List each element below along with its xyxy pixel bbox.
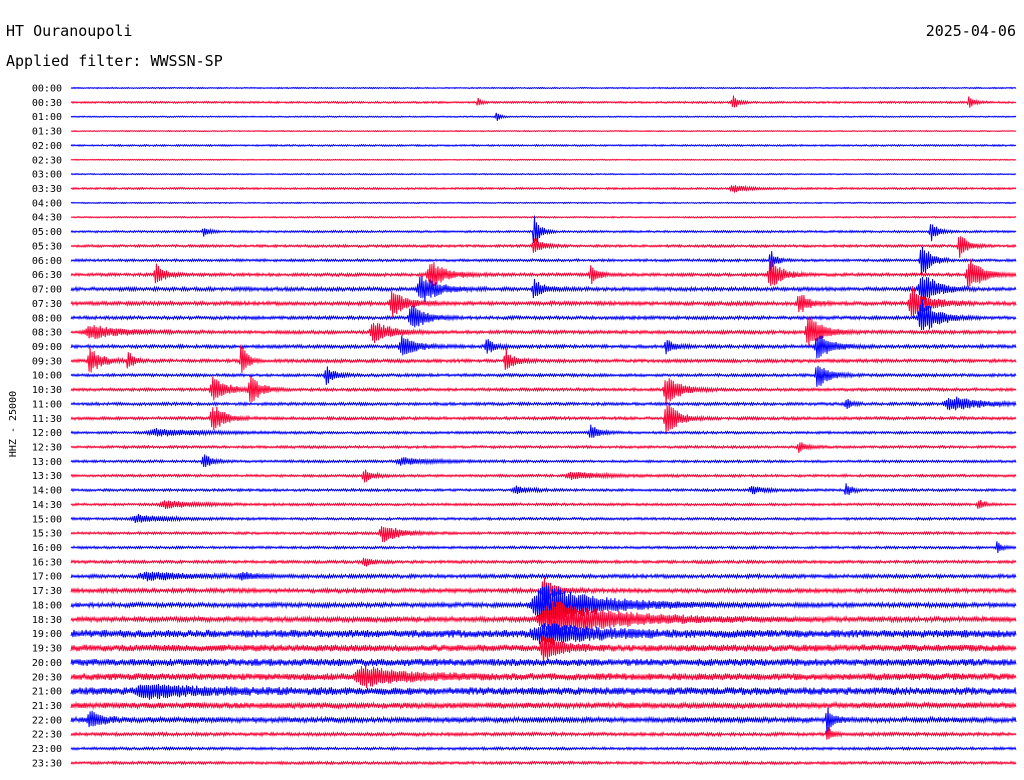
row-time-label: 04:30	[32, 213, 62, 224]
trace-row-0230	[70, 158, 1017, 162]
row-time-label: 16:00	[32, 543, 62, 554]
trace-row-0000	[70, 86, 1017, 90]
station-title: HT Ouranoupoli	[6, 22, 132, 40]
row-time-label: 16:30	[32, 557, 62, 568]
row-time-label: 10:00	[32, 371, 62, 382]
row-time-label: 23:00	[32, 744, 62, 755]
helicorder-chart: HT Ouranoupoli 2025-04-06 Applied filter…	[6, 22, 1017, 770]
row-time-label: 18:30	[32, 615, 62, 626]
row-time-label: 18:00	[32, 600, 62, 611]
row-time-label: 04:00	[32, 198, 62, 209]
row-time-label: 23:30	[32, 758, 62, 769]
row-time-label: 19:30	[32, 644, 62, 655]
row-time-label: 11:30	[32, 414, 62, 425]
row-time-label: 12:00	[32, 428, 62, 439]
trace-row-1130	[70, 403, 1017, 433]
trace-row-1400	[70, 483, 1017, 496]
row-time-label: 00:30	[32, 98, 62, 109]
row-time-label: 08:30	[32, 328, 62, 339]
row-time-label: 12:30	[32, 443, 62, 454]
trace-row-0330	[70, 184, 1017, 193]
trace-row-0200	[70, 143, 1017, 148]
trace-row-2100	[70, 683, 1017, 700]
trace-row-2300	[70, 745, 1017, 752]
row-time-label: 17:00	[32, 572, 62, 583]
trace-row-1500	[70, 513, 1017, 523]
row-time-label: 13:00	[32, 457, 62, 468]
trace-row-1730	[70, 577, 1017, 604]
row-time-label: 20:30	[32, 672, 62, 683]
row-time-label: 09:30	[32, 356, 62, 367]
trace-row-1630	[70, 557, 1017, 567]
trace-row-0130	[70, 129, 1017, 133]
tick-label-group: 00:00 00:30 01:00 01:30 02:00 02:30 03:00 03:30…	[32, 84, 62, 770]
trace-row-0530	[70, 236, 1017, 258]
row-time-label: 07:30	[32, 299, 62, 310]
trace-row-2030	[70, 664, 1017, 689]
row-time-label: 05:30	[32, 241, 62, 252]
row-time-label: 19:00	[32, 629, 62, 640]
trace-group	[70, 86, 1017, 766]
chart-date: 2025-04-06	[926, 22, 1016, 40]
row-time-label: 21:00	[32, 687, 62, 698]
trace-row-1600	[70, 541, 1017, 554]
trace-row-1200	[70, 424, 1017, 438]
trace-row-0500	[70, 215, 1017, 244]
row-time-label: 02:00	[32, 141, 62, 152]
trace-row-0100	[70, 112, 1017, 121]
trace-row-1030	[70, 375, 1017, 405]
trace-row-1530	[70, 526, 1017, 543]
trace-row-0430	[70, 215, 1017, 219]
trace-row-0700	[70, 276, 1017, 305]
row-time-label: 00:00	[32, 84, 62, 95]
y-axis-label: HHZ - 25000	[8, 391, 19, 457]
row-time-label: 06:30	[32, 270, 62, 281]
row-time-label: 21:30	[32, 701, 62, 712]
row-time-label: 08:00	[32, 313, 62, 324]
trace-row-2200	[70, 707, 1017, 734]
trace-row-2230	[70, 727, 1017, 740]
row-time-label: 13:30	[32, 471, 62, 482]
row-time-label: 02:30	[32, 155, 62, 166]
trace-row-1430	[70, 499, 1017, 510]
row-time-label: 07:00	[32, 285, 62, 296]
row-time-label: 14:00	[32, 486, 62, 497]
trace-row-1230	[70, 442, 1017, 454]
trace-row-0830	[70, 316, 1017, 346]
row-time-label: 01:00	[32, 112, 62, 123]
trace-row-0900	[70, 335, 1017, 359]
trace-row-0630	[70, 258, 1017, 288]
row-time-label: 10:30	[32, 385, 62, 396]
row-time-label: 22:00	[32, 715, 62, 726]
trace-row-0400	[70, 201, 1017, 205]
row-time-label: 09:00	[32, 342, 62, 353]
filter-label: Applied filter: WWSSN-SP	[6, 52, 223, 70]
row-time-label: 01:30	[32, 127, 62, 138]
row-time-label: 06:00	[32, 256, 62, 267]
row-time-label: 15:00	[32, 514, 62, 525]
trace-row-0600	[70, 246, 1017, 276]
row-time-label: 20:00	[32, 658, 62, 669]
row-time-label: 14:30	[32, 500, 62, 511]
trace-row-1300	[70, 454, 1017, 468]
row-time-label: 03:30	[32, 184, 62, 195]
trace-row-2330	[70, 760, 1017, 766]
row-time-label: 05:00	[32, 227, 62, 238]
trace-row-0930	[70, 344, 1017, 373]
row-time-label: 15:30	[32, 529, 62, 540]
row-time-label: 22:30	[32, 730, 62, 741]
row-time-label: 03:00	[32, 170, 62, 181]
trace-row-0300	[70, 172, 1017, 176]
trace-row-1700	[70, 571, 1017, 582]
trace-row-2130	[70, 700, 1017, 711]
row-time-label: 17:30	[32, 586, 62, 597]
trace-row-0030	[70, 95, 1017, 108]
row-time-label: 11:00	[32, 399, 62, 410]
trace-row-1330	[70, 469, 1017, 483]
